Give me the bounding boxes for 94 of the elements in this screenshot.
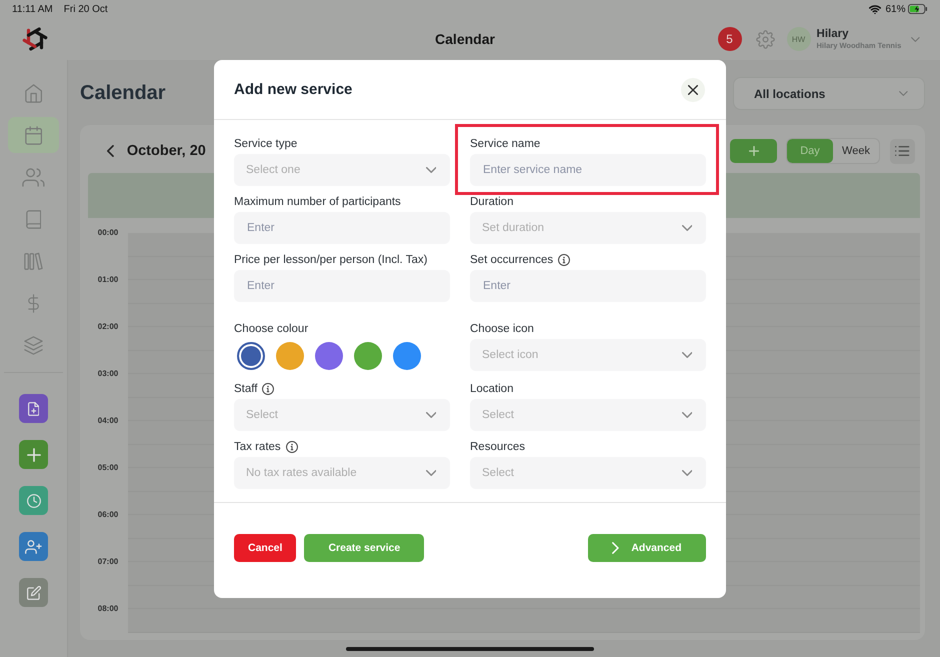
time-label: 02:00: [96, 322, 120, 333]
chevron-down-icon: [682, 470, 692, 476]
home-icon[interactable]: [24, 84, 42, 102]
field-label: Set occurrences: [470, 254, 554, 266]
field-label: Service name: [470, 138, 540, 150]
battery-icon: [908, 4, 928, 14]
field-label: Location: [470, 383, 514, 395]
notification-badge[interactable]: 5: [718, 27, 742, 51]
chevron-down-icon: [682, 225, 692, 231]
select-field[interactable]: Select: [234, 399, 450, 431]
books-icon[interactable]: [24, 252, 43, 270]
clock-button[interactable]: [19, 486, 48, 515]
field-label: Service type: [234, 138, 298, 150]
view-tab[interactable]: Day: [787, 139, 833, 163]
input-field[interactable]: Enter: [234, 270, 450, 302]
dialog-title: Add new service: [234, 81, 352, 98]
info-icon[interactable]: [262, 383, 274, 395]
input-field[interactable]: Enter: [234, 212, 450, 244]
field-label: Resources: [470, 441, 525, 453]
field-label: Staff: [234, 383, 258, 395]
dollar-icon[interactable]: [28, 294, 40, 312]
time-label: 05:00: [96, 463, 120, 474]
chevron-left-icon[interactable]: [107, 145, 114, 157]
clock-icon: [26, 494, 40, 508]
wifi-icon: [869, 4, 882, 14]
new-document-button[interactable]: [19, 394, 48, 423]
select-field[interactable]: Select one: [234, 154, 450, 186]
close-button[interactable]: [681, 78, 705, 102]
select-field[interactable]: Set duration: [470, 212, 706, 244]
select-field[interactable]: Select: [470, 399, 706, 431]
input-field[interactable]: Enter: [470, 270, 706, 302]
book-icon[interactable]: [26, 210, 42, 228]
add-event-button[interactable]: [730, 139, 777, 163]
field-label: Tax rates: [234, 441, 281, 453]
page-title: Calendar: [80, 82, 166, 105]
field-label: Maximum number of participants: [234, 196, 401, 208]
create-button[interactable]: Create service: [304, 534, 424, 562]
field-label: Choose icon: [470, 323, 534, 335]
view-tab[interactable]: Week: [833, 139, 879, 163]
chevron-down-icon: [682, 352, 692, 358]
time-label: 00:00: [96, 228, 120, 239]
plus-icon: [26, 448, 40, 462]
field-label: Price per lesson/per person (Incl. Tax): [234, 254, 428, 266]
month-label: October, 20: [126, 143, 206, 159]
add-person-button[interactable]: [19, 532, 48, 561]
user-avatar[interactable]: HW: [786, 27, 811, 51]
swatch-icon[interactable]: [354, 342, 382, 370]
field-label: Choose colour: [234, 323, 308, 335]
status-time: 11:11 AM: [12, 4, 53, 14]
swatch-icon[interactable]: [393, 342, 421, 370]
time-label: 04:00: [96, 416, 120, 427]
chevron-down-icon: [426, 412, 436, 418]
info-icon[interactable]: [558, 254, 570, 266]
chevron-down-icon: [899, 91, 908, 96]
info-icon[interactable]: [286, 441, 298, 453]
select-field[interactable]: Select: [470, 457, 706, 489]
layers-icon[interactable]: [24, 336, 43, 354]
swatch-icon[interactable]: [237, 342, 265, 370]
pencil-square-icon: [26, 586, 40, 600]
select-field[interactable]: Select icon: [470, 339, 706, 371]
person-plus-icon: [25, 540, 42, 554]
chevron-down-icon[interactable]: [911, 36, 920, 42]
chevron-right-icon: [612, 542, 620, 554]
swatch-icon[interactable]: [315, 342, 343, 370]
chevron-down-icon: [426, 470, 436, 476]
location-dropdown[interactable]: All locations: [733, 77, 925, 110]
people-icon[interactable]: [22, 168, 45, 186]
add-button[interactable]: [19, 440, 48, 469]
close-icon: [688, 84, 698, 94]
screen-title: Calendar: [435, 31, 495, 47]
time-label: 01:00: [96, 275, 120, 286]
status-date: Fri 20 Oct: [64, 4, 108, 14]
time-label: 06:00: [96, 510, 120, 521]
time-label: 07:00: [96, 557, 120, 568]
settings-icon[interactable]: [756, 30, 775, 48]
swatch-icon[interactable]: [276, 342, 304, 370]
chevron-down-icon: [426, 167, 436, 173]
time-label: 03:00: [96, 369, 120, 380]
edit-button[interactable]: [19, 578, 48, 607]
list-view-button[interactable]: [890, 138, 915, 164]
plus-icon: [748, 146, 758, 156]
calendar-nav-button[interactable]: [8, 117, 59, 153]
field-label: Duration: [470, 196, 514, 208]
document-plus-icon: [28, 402, 40, 416]
select-field[interactable]: No tax rates available: [234, 457, 450, 489]
calendar-icon: [24, 126, 42, 144]
chevron-down-icon: [682, 412, 692, 418]
advanced-button[interactable]: Advanced: [588, 534, 706, 562]
list-icon: [895, 146, 910, 156]
input-field[interactable]: Enter service name: [470, 154, 706, 186]
battery-percentage: 61%: [885, 4, 906, 14]
user-name: Hilary: [816, 27, 850, 41]
cancel-button[interactable]: Cancel: [234, 534, 296, 562]
time-label: 08:00: [96, 604, 120, 615]
